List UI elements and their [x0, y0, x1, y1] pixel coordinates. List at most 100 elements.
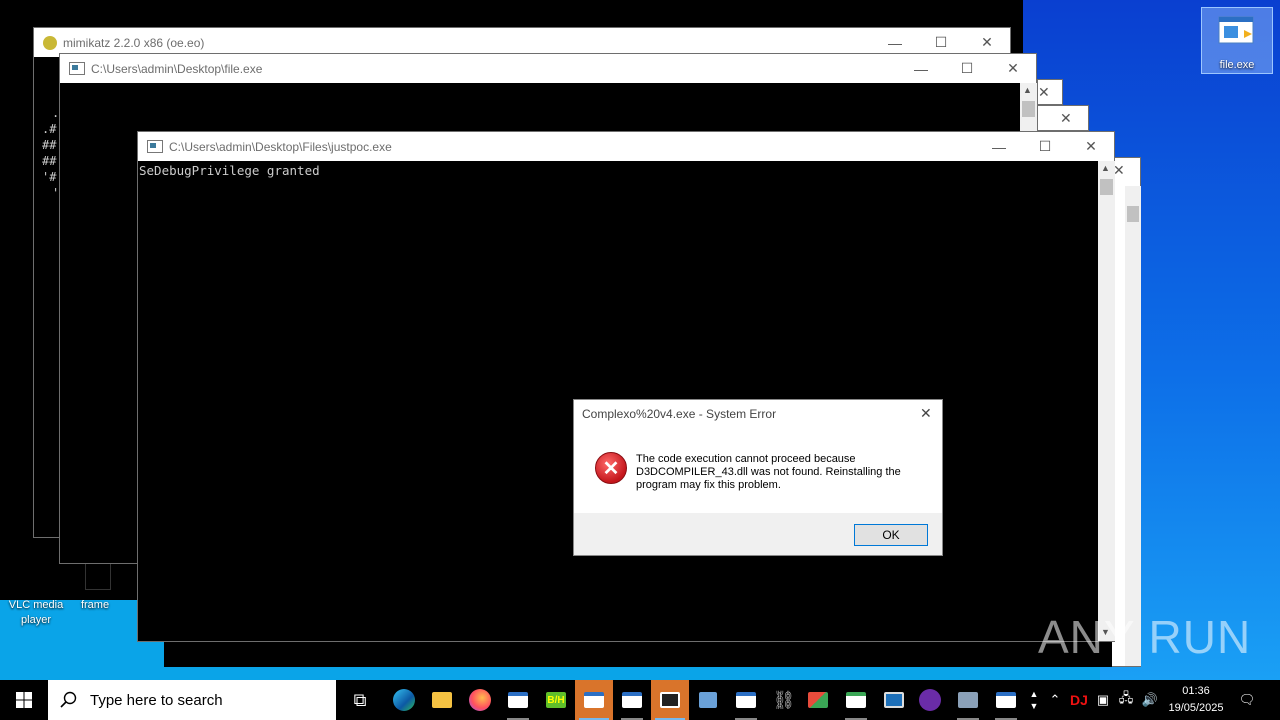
taskbar-app-mimikatz[interactable] [651, 680, 689, 720]
taskbar-app-bh[interactable]: B/H [537, 680, 575, 720]
office-icon [808, 692, 828, 708]
bh-icon: B/H [546, 692, 566, 708]
maximize-icon[interactable]: ☐ [944, 54, 990, 83]
clock[interactable]: 01:36 19/05/2025 [1160, 683, 1232, 717]
monitor-icon [884, 692, 904, 708]
minimize-icon[interactable]: — [976, 132, 1022, 161]
window-icon [584, 692, 604, 708]
tray-scroll[interactable]: ▲ ▼ [1025, 680, 1043, 720]
ok-button[interactable]: OK [854, 524, 928, 546]
task-view-icon: ⧉ [353, 689, 367, 710]
stacked-window-edge [164, 640, 1112, 667]
desktop-icon-file-exe[interactable]: file.exe [1201, 7, 1273, 74]
task-view-button[interactable]: ⧉ [341, 680, 379, 720]
window-titlebar[interactable]: C:\Users\admin\Desktop\Files\justpoc.exe… [138, 132, 1114, 161]
desktop-icon-label: VLC media player [8, 599, 64, 626]
taskbar-app-file-explorer[interactable] [423, 680, 461, 720]
window-icon [508, 692, 528, 708]
close-icon[interactable]: ✕ [1068, 132, 1114, 161]
notifications-button[interactable]: 🗨 [1236, 680, 1258, 720]
purple-app-icon [919, 689, 941, 711]
network-icon [699, 692, 717, 708]
desktop-icon-label: frame [80, 599, 110, 611]
desktop-icon-vlc[interactable]: VLC media player [2, 598, 70, 628]
scrollbar[interactable] [1125, 186, 1141, 666]
mimikatz-icon [660, 692, 680, 708]
minimize-icon[interactable]: — [898, 54, 944, 83]
taskbar-app-window[interactable] [837, 680, 875, 720]
chevron-down-icon[interactable]: ▼ [1030, 700, 1039, 712]
edge-icon [393, 689, 415, 711]
taskbar: Type here to search ⧉ B/H ⛓ ▲ ▼ ⌃ DJ ▣ 🖧… [0, 680, 1280, 720]
taskbar-app-office[interactable] [799, 680, 837, 720]
justpoc-window[interactable]: C:\Users\admin\Desktop\Files\justpoc.exe… [137, 131, 1115, 642]
maximize-icon[interactable]: ☐ [1022, 132, 1068, 161]
watermark: ANY RUN [1038, 611, 1252, 663]
clock-date: 19/05/2025 [1168, 702, 1224, 714]
console-app-icon [69, 62, 85, 75]
taskbar-app-window[interactable] [727, 680, 765, 720]
tray-network[interactable]: 🖧 [1116, 680, 1136, 720]
taskbar-app-edge[interactable] [385, 680, 423, 720]
close-icon[interactable]: ✕ [1038, 84, 1050, 101]
desktop-icon-label: file.exe [1219, 59, 1255, 71]
taskbar-app-network[interactable] [689, 680, 727, 720]
error-icon: ✕ [595, 452, 627, 484]
mimikatz-icon [43, 35, 57, 50]
chevron-up-icon[interactable]: ▲ [1030, 688, 1039, 700]
chevron-up-icon: ⌃ [1049, 692, 1061, 707]
taskbar-app-window[interactable] [613, 680, 651, 720]
taskbar-app-firefox[interactable] [461, 680, 499, 720]
scroll-up-icon[interactable]: ▲ [1101, 163, 1110, 173]
stacked-window-edge[interactable]: ✕ [1037, 105, 1089, 131]
dialog-footer: OK [574, 513, 942, 555]
notification-icon: 🗨 [1238, 692, 1256, 707]
close-icon[interactable]: ✕ [990, 54, 1036, 83]
tray-dj[interactable]: DJ [1068, 680, 1090, 720]
start-button[interactable] [0, 680, 48, 720]
volume-icon: 🔊 [1141, 692, 1159, 707]
device-icon: ▣ [1096, 692, 1110, 707]
scrollbar[interactable]: ▲ ▼ [1098, 161, 1115, 641]
scrollbar-thumb[interactable] [1022, 101, 1035, 117]
taskbar-app-remote[interactable] [875, 680, 913, 720]
taskbar-app-purple[interactable] [911, 680, 949, 720]
tray-device[interactable]: ▣ [1094, 680, 1112, 720]
clock-time: 01:36 [1182, 685, 1210, 697]
folder-icon [432, 692, 452, 708]
window-titlebar[interactable]: C:\Users\admin\Desktop\file.exe — ☐ ✕ [60, 54, 1036, 83]
window-icon [736, 692, 756, 708]
network-icon: 🖧 [1118, 690, 1134, 705]
close-icon[interactable]: ✕ [920, 405, 932, 422]
window-icon [996, 692, 1016, 708]
stacked-window-edge[interactable]: ✕ [1037, 79, 1063, 105]
tray-volume[interactable]: 🔊 [1140, 680, 1160, 720]
application-icon [1218, 16, 1256, 46]
dialog-title: Complexo%20v4.exe - System Error [582, 407, 777, 421]
scroll-up-icon[interactable]: ▲ [1023, 85, 1032, 95]
system-error-dialog[interactable]: Complexo%20v4.exe - System Error ✕ ✕ The… [573, 399, 943, 556]
windows-logo-icon [16, 692, 32, 708]
scrollbar-thumb[interactable] [1127, 206, 1139, 222]
window-title: C:\Users\admin\Desktop\file.exe [91, 61, 263, 76]
stacked-window-edge [85, 560, 111, 590]
desktop-icon-frame[interactable]: frame [72, 598, 118, 613]
error-message: The code execution cannot proceed becaus… [636, 453, 901, 491]
installer-icon [958, 692, 978, 708]
taskbar-app-window[interactable] [499, 680, 537, 720]
firefox-icon [469, 689, 491, 711]
window-title: mimikatz 2.2.0 x86 (oe.eo) [63, 35, 205, 50]
console-output: SeDebugPrivilege granted [139, 163, 320, 178]
window-title: C:\Users\admin\Desktop\Files\justpoc.exe [169, 139, 392, 154]
console-app-icon [147, 140, 163, 153]
tray-overflow[interactable]: ⌃ [1046, 680, 1064, 720]
taskbar-app-window[interactable] [987, 680, 1025, 720]
taskbar-app-installer[interactable] [949, 680, 987, 720]
taskbar-app-window-active[interactable] [575, 680, 613, 720]
close-icon[interactable]: ✕ [1060, 110, 1072, 127]
search-icon [60, 691, 77, 708]
search-placeholder: Type here to search [90, 691, 223, 709]
search-box[interactable]: Type here to search [48, 680, 336, 720]
scrollbar-thumb[interactable] [1100, 179, 1113, 195]
taskbar-app-link[interactable]: ⛓ [765, 680, 803, 720]
